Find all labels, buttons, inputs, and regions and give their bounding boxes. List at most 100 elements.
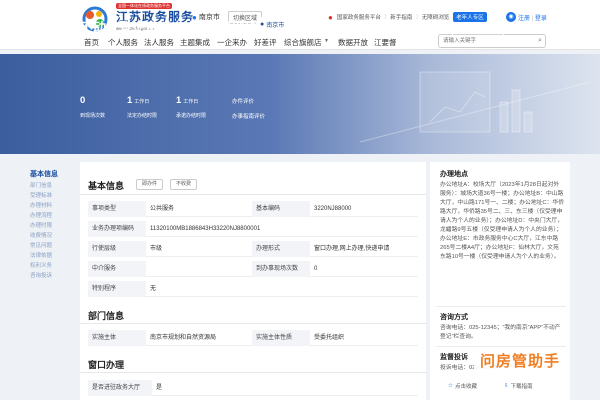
stat-label: 法定办结时限 — [127, 113, 158, 119]
table-row: 特别程序 无 — [88, 281, 418, 297]
sidebar-item-timelimit[interactable]: 办理时限 — [30, 221, 78, 231]
complaint-title: 监督投诉 — [440, 354, 468, 361]
favorite-label: 点击收藏 — [454, 384, 477, 390]
top-link-guide[interactable]: 新手指南 — [390, 13, 412, 21]
sidebar-item-process[interactable]: 办理流程 — [30, 211, 78, 221]
table-cell-label: 实施主体 — [88, 330, 146, 346]
sidebar-item-basic[interactable]: 基本信息 — [30, 170, 78, 181]
table-row: 事项类型 公共服务 基本编码 3220NJ88000 — [88, 201, 418, 217]
table-row: 实施主体 南京市规划和自然资源局 实施主体性质 受委托组织 — [88, 330, 418, 346]
login-link[interactable]: 登录 — [535, 16, 547, 22]
sidebar-item-materials[interactable]: 办理材料 — [30, 201, 78, 211]
stat-visits: 0 到现场次数 — [80, 95, 105, 119]
national-emblem-icon: ● — [328, 12, 333, 22]
map-pin-icon: ● — [260, 20, 265, 28]
table-cell-label: 行使层级 — [88, 241, 146, 257]
divider — [436, 306, 566, 307]
top-link-national[interactable]: 国家政务服务平台 — [337, 13, 381, 21]
sidebar-item-criteria[interactable]: 受理标准 — [30, 191, 78, 201]
sidebar-item-complaint[interactable]: 咨询投诉 — [30, 271, 78, 281]
stat-promised-time: 1 工作日 承诺办结时限 — [176, 95, 206, 119]
table-cell-label: 中介服务 — [88, 261, 146, 277]
nav-home[interactable]: 首页 — [84, 37, 99, 48]
stat-label: 到现场次数 — [80, 113, 106, 119]
table-cell-value: 11320100MB1886843H33220NJ8800001 — [150, 226, 261, 232]
table-cell-label: 到办事现场次数 — [252, 261, 310, 277]
stat-legal-time: 1 工作日 法定办结时限 — [127, 95, 157, 119]
sidebar-item-rights[interactable]: 权利义务 — [30, 261, 78, 271]
stat-value: 0 — [80, 95, 86, 106]
table-cell-label: 办理形式 — [252, 241, 310, 257]
divider — [80, 194, 426, 195]
table-cell-value: 无 — [150, 286, 157, 292]
address-text: 办公地址A：校场大厅（2023年1月28日起对外服务）：城场大道36号一楼；办公… — [440, 182, 564, 260]
download-icon: ⇩ — [504, 383, 509, 389]
top-link-accessibility[interactable]: 无障碍浏览 — [422, 13, 450, 21]
register-link[interactable]: 注册 — [518, 16, 530, 22]
stat-unit: 工作日 — [134, 99, 150, 105]
table-cell-value — [146, 261, 252, 277]
eval-handling-link[interactable]: 办件评价 — [232, 97, 254, 105]
table-row: 是否进驻政务大厅 是 — [88, 380, 418, 396]
table-row: 中介服务 到办事现场次数 0 — [88, 261, 418, 277]
download-guide-button[interactable]: ⇩ 下载指南 — [504, 382, 533, 390]
divider — [80, 372, 426, 373]
nav-flagship[interactable]: 综合旗舰店 — [284, 37, 322, 48]
table-cell-value: 3220NJ88000 — [314, 206, 352, 212]
table-cell-label: 特别程序 — [88, 281, 146, 297]
chevron-down-icon: ▼ — [324, 38, 329, 44]
table-cell-value: 0 — [314, 266, 318, 272]
table-cell-value: 公共服务 — [150, 206, 175, 212]
stat-value: 1 — [176, 95, 182, 106]
section-title-basic: 基本信息 — [88, 181, 125, 191]
table-cell-label: 业务办理项编码 — [88, 221, 146, 237]
star-icon: ☆ — [448, 383, 453, 389]
table-cell-value: 受委托组织 — [314, 335, 345, 341]
tag-free: 不收费 — [170, 179, 198, 190]
section-title-window: 窗口办理 — [88, 360, 125, 370]
nav-personal[interactable]: 个人服务 — [108, 37, 138, 48]
nav-theme[interactable]: 主题集成 — [180, 37, 210, 48]
table-cell-label: 基本编码 — [252, 201, 310, 217]
contact-text: 咨询电话：025-12345；“我的南京”APP“不动产登记”栏查询。 — [440, 325, 561, 340]
elder-mode-button[interactable]: 老年人专区 — [453, 12, 487, 22]
user-links: 注册 | 登录 — [518, 16, 547, 22]
nav-rating[interactable]: 好差评 — [254, 37, 277, 48]
search-icon[interactable]: ⌕ — [538, 37, 542, 45]
nav-open-data[interactable]: 数据开放 — [338, 37, 368, 48]
table-cell-value: 窗口办理,网上办理,快递申请 — [314, 246, 390, 252]
divider — [436, 346, 566, 347]
sidebar-item-law[interactable]: 法律依据 — [30, 251, 78, 261]
table-cell-value: 是 — [156, 385, 163, 391]
address-title: 办理地点 — [440, 171, 468, 178]
table-row: 业务办理项编码 11320100MB1886843H33220NJ8800001 — [88, 221, 418, 237]
page-title: 不动产登记资料查询与利用服务 — [80, 20, 263, 35]
table-row: 行使层级 市级 办理形式 窗口办理,网上办理,快递申请 — [88, 241, 418, 257]
online-apply-button[interactable]: 在线办理 — [452, 22, 504, 37]
sidebar-item-faq[interactable]: 常见问题 — [30, 241, 78, 251]
sidebar-item-fees[interactable]: 收费情况 — [30, 231, 78, 241]
hero-location-label: 南京市 — [266, 22, 285, 29]
table-cell-value: 南京市规划和自然资源局 — [150, 335, 217, 341]
stat-unit: 工作日 — [183, 99, 199, 105]
stat-value: 1 — [127, 95, 133, 106]
section-sidebar: 基本信息 部门信息 受理标准 办理材料 办理流程 办理时限 收费情况 常见问题 … — [30, 170, 78, 281]
eval-guide-link[interactable]: 办事指南评价 — [232, 112, 265, 120]
section-title-dept: 部门信息 — [88, 311, 125, 321]
stat-label: 承诺办结时限 — [176, 113, 207, 119]
table-cell-label: 事项类型 — [88, 201, 146, 217]
nav-supervise[interactable]: 江要督 — [374, 37, 397, 48]
sidebar-item-dept[interactable]: 部门信息 — [30, 181, 78, 191]
contact-title: 咨询方式 — [440, 314, 468, 321]
nav-enterprise[interactable]: 一企来办 — [217, 37, 247, 48]
user-icon[interactable]: ◉ — [506, 12, 516, 22]
favorite-button[interactable]: ☆ 点击收藏 — [448, 382, 477, 390]
download-label: 下载指南 — [510, 384, 533, 390]
watermark-overlay: 问房管助手 — [474, 351, 566, 373]
top-links: ● 国家政务服务平台 | 新手指南 | 无障碍浏览 老年人专区 — [328, 12, 487, 22]
divider — [80, 323, 426, 324]
tag-instant: 即办件 — [136, 179, 164, 190]
table-cell-value: 市级 — [150, 246, 163, 252]
nav-legal[interactable]: 法人服务 — [144, 37, 174, 48]
table-cell-label: 是否进驻政务大厅 — [88, 380, 152, 396]
